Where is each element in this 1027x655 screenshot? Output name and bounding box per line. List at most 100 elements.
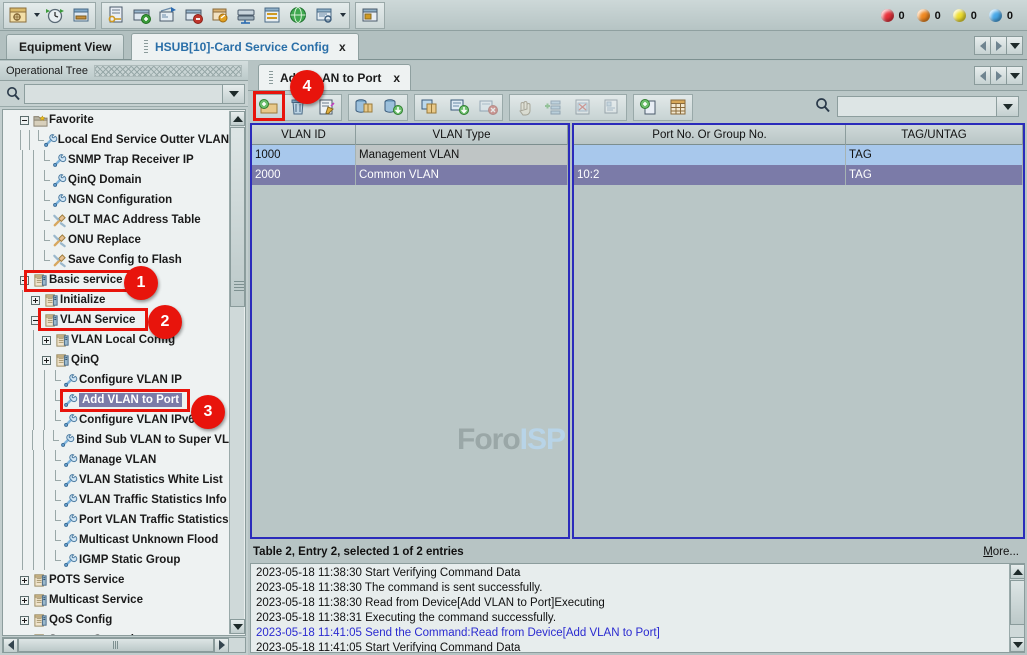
device-icon[interactable] — [233, 3, 259, 28]
copy-rows-icon[interactable] — [415, 95, 444, 120]
tree-item-vlan-local-config[interactable]: VLAN Local Config — [3, 330, 229, 350]
port-cell[interactable]: 10:2 — [574, 165, 846, 185]
expand-icon[interactable] — [17, 590, 31, 610]
port-cell[interactable]: TAG — [846, 165, 1023, 185]
tab-equipment-view[interactable]: Equipment View — [6, 34, 124, 59]
network-trace-icon[interactable] — [155, 3, 181, 28]
tree-hscroll-thumb[interactable] — [18, 638, 214, 652]
inner-tab-list-button[interactable] — [1006, 66, 1023, 85]
vlan-cell[interactable]: Common VLAN — [356, 165, 568, 185]
column-header-vlan-type[interactable]: VLAN Type — [356, 125, 568, 145]
tree-item-onu-replace[interactable]: ONU Replace — [3, 230, 229, 250]
tree-item-olt-mac-address-table[interactable]: OLT MAC Address Table — [3, 210, 229, 230]
apply-rows-icon[interactable] — [444, 95, 473, 120]
tab-list-button[interactable] — [1006, 36, 1023, 55]
key-document-icon[interactable] — [103, 3, 129, 28]
table-row[interactable]: 2000Common VLAN — [252, 165, 568, 185]
inner-tab-prev-button[interactable] — [974, 66, 991, 85]
tree-item-local-end-service-outter-vlan[interactable]: Local End Service Outter VLAN — [3, 130, 229, 150]
tree-item-port-vlan-traffic-statistics[interactable]: Port VLAN Traffic Statistics — [3, 510, 229, 530]
expand-icon[interactable] — [17, 630, 31, 636]
tree-item-igmp-static-group[interactable]: IGMP Static Group — [3, 550, 229, 570]
inner-tab-next-button[interactable] — [990, 66, 1007, 85]
tree-item-configure-vlan-ip[interactable]: Configure VLAN IP — [3, 370, 229, 390]
tree-item-qos-config[interactable]: QoS Config — [3, 610, 229, 630]
more-link[interactable]: More... — [983, 546, 1019, 558]
port-cell[interactable]: TAG — [846, 145, 1023, 165]
tree-item-ngn-configuration[interactable]: NGN Configuration — [3, 190, 229, 210]
expand-icon[interactable] — [17, 570, 31, 590]
tree-scroll-left-button[interactable] — [3, 638, 18, 653]
port-cell[interactable] — [574, 145, 846, 165]
collapse-icon[interactable] — [17, 110, 31, 130]
expand-icon[interactable] — [39, 330, 53, 350]
table-row[interactable]: 1000Management VLAN — [252, 145, 568, 165]
column-header-port-no[interactable]: Port No. Or Group No. — [574, 125, 846, 145]
dropdown-arrow-icon[interactable] — [337, 3, 348, 28]
select-tool-icon[interactable] — [510, 95, 539, 120]
critical-alarm-count[interactable]: 0 — [881, 9, 905, 22]
delete-rows-icon[interactable] — [473, 95, 502, 120]
template-icon[interactable] — [597, 95, 626, 120]
tree-item-qinq[interactable]: QinQ — [3, 350, 229, 370]
tree-item-bind-sub-vlan-to-super-vl[interactable]: Bind Sub VLAN to Super VL — [3, 430, 229, 450]
console-scroll-down-button[interactable] — [1010, 637, 1025, 652]
write-to-device-icon[interactable] — [378, 95, 407, 120]
tab-prev-button[interactable] — [974, 36, 991, 55]
table-row[interactable]: TAG — [574, 145, 1023, 165]
add-row-icon[interactable] — [539, 95, 568, 120]
window-config-icon[interactable] — [311, 3, 337, 28]
close-icon[interactable]: x — [393, 71, 400, 85]
tree-item-pots-service[interactable]: POTS Service — [3, 570, 229, 590]
tree-item-qinq-domain[interactable]: QinQ Domain — [3, 170, 229, 190]
column-header-vlan-id[interactable]: VLAN ID — [252, 125, 356, 145]
warning-alarm-count[interactable]: 0 — [989, 9, 1013, 22]
tree-scroll-right-button[interactable] — [214, 638, 229, 653]
tree-item-snmp-trap-receiver-ip[interactable]: SNMP Trap Receiver IP — [3, 150, 229, 170]
remove-card-icon[interactable] — [181, 3, 207, 28]
add-card-icon[interactable] — [129, 3, 155, 28]
tab-next-button[interactable] — [990, 36, 1007, 55]
major-alarm-count[interactable]: 0 — [917, 9, 941, 22]
tree-search-input[interactable] — [24, 84, 223, 104]
read-from-device-icon[interactable] — [349, 95, 378, 120]
table-row[interactable]: 10:2TAG — [574, 165, 1023, 185]
panel-search-dropdown[interactable] — [997, 96, 1019, 117]
tree-item-save-config-to-flash[interactable]: Save Config to Flash — [3, 250, 229, 270]
tree-item-vlan-statistics-white-list[interactable]: VLAN Statistics White List — [3, 470, 229, 490]
tree-item-system-control[interactable]: System Control — [3, 630, 229, 636]
panel-icon[interactable] — [357, 3, 383, 28]
tab-card-service-config[interactable]: HSUB[10]-Card Service Config x — [131, 33, 359, 60]
globe-icon[interactable] — [285, 3, 311, 28]
tree-item-multicast-unknown-flood[interactable]: Multicast Unknown Flood — [3, 530, 229, 550]
panel-splitter[interactable] — [232, 61, 246, 591]
dropdown-arrow-icon[interactable] — [31, 3, 42, 28]
console-scroll-up-button[interactable] — [1010, 564, 1025, 579]
new-page-icon[interactable] — [634, 95, 663, 120]
expand-icon[interactable] — [28, 290, 42, 310]
tree-item-multicast-service[interactable]: Multicast Service — [3, 590, 229, 610]
tree-item-vlan-traffic-statistics-info[interactable]: VLAN Traffic Statistics Info — [3, 490, 229, 510]
console-vertical-scrollbar[interactable] — [1009, 564, 1024, 652]
tree-item-manage-vlan[interactable]: Manage VLAN — [3, 450, 229, 470]
report-icon[interactable] — [68, 3, 94, 28]
close-icon[interactable]: x — [339, 40, 346, 54]
tree-item-favorite[interactable]: Favorite — [3, 110, 229, 130]
vlan-cell[interactable]: 2000 — [252, 165, 356, 185]
minor-alarm-count[interactable]: 0 — [953, 9, 977, 22]
grid-view-icon[interactable] — [663, 95, 692, 120]
timer-icon[interactable] — [42, 3, 68, 28]
vlan-cell[interactable]: 1000 — [252, 145, 356, 165]
panel-search-input[interactable] — [837, 96, 997, 117]
vlan-cell[interactable]: Management VLAN — [356, 145, 568, 165]
window-layout-icon[interactable] — [5, 3, 31, 28]
tree-horizontal-scrollbar[interactable] — [2, 637, 246, 653]
expand-icon[interactable] — [17, 610, 31, 630]
console-scroll-thumb[interactable] — [1010, 580, 1025, 625]
inner-tab-add-vlan-to-port[interactable]: Add VLAN to Port x — [258, 64, 411, 90]
column-header-tag-untag[interactable]: TAG/UNTAG — [846, 125, 1023, 145]
alarm-card-icon[interactable] — [207, 3, 233, 28]
rack-icon[interactable] — [259, 3, 285, 28]
tree-scroll-down-button[interactable] — [230, 619, 245, 634]
expand-icon[interactable] — [39, 350, 53, 370]
